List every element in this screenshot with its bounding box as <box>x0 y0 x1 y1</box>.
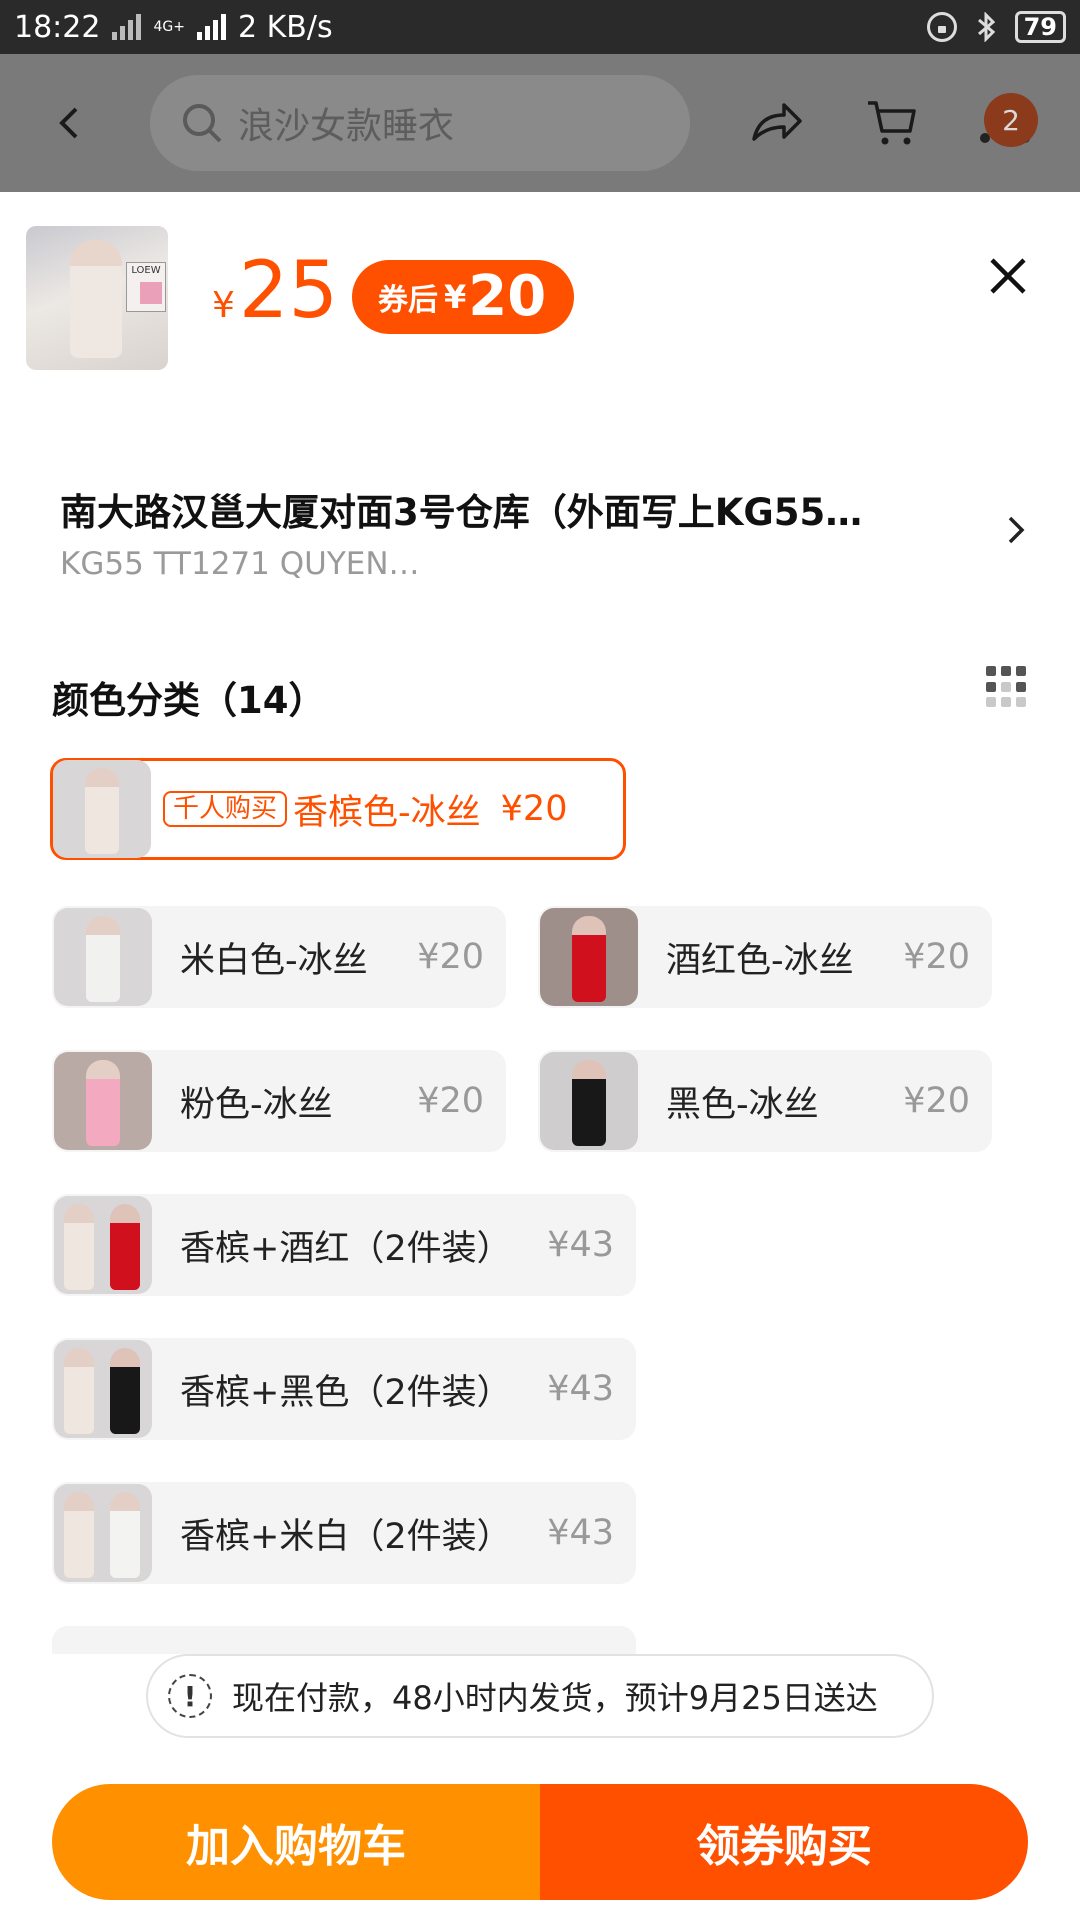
option-item[interactable]: 黑色-冰丝 ¥20 <box>538 1050 992 1152</box>
back-icon[interactable] <box>40 93 100 153</box>
option-name: 香槟色-冰丝 <box>293 792 481 833</box>
search-placeholder: 浪沙女款睡衣 <box>238 106 455 147</box>
option-thumbnail <box>54 908 152 1006</box>
address-line-1: 南大路汉邕大厦对面3号仓库（外面写上KG55… <box>60 491 863 534</box>
option-name: 米白色-冰丝 <box>180 940 368 981</box>
price-display: ¥ 25 <box>212 252 338 330</box>
grid-view-icon[interactable] <box>986 666 1028 708</box>
add-to-cart-button[interactable]: 加入购物车 <box>52 1784 540 1900</box>
option-name: 酒红色-冰丝 <box>666 940 854 981</box>
status-time: 18:22 <box>14 9 101 45</box>
coupon-label: 券后 <box>378 283 438 318</box>
address-line-2: KG55 TT1271 QUYEN… <box>60 546 420 582</box>
top-nav: 浪沙女款睡衣 2 <box>0 54 1080 192</box>
option-thumbnail <box>540 1052 638 1150</box>
option-item-selected[interactable]: 千人购买 香槟色-冰丝 ¥20 <box>50 758 626 860</box>
option-name: 粉色-冰丝 <box>180 1084 333 1125</box>
option-item[interactable]: 米白色-冰丝 ¥20 <box>52 906 506 1008</box>
option-price: ¥20 <box>903 1081 970 1121</box>
color-category-title: 颜色分类（14） <box>52 679 326 722</box>
chevron-right-icon[interactable] <box>996 510 1036 550</box>
product-thumbnail[interactable]: LOEW <box>26 226 168 370</box>
option-name: 香槟+酒红（2件装） <box>180 1228 512 1269</box>
search-icon <box>183 104 222 143</box>
more-menu[interactable]: 2 <box>980 93 1040 153</box>
coupon-currency: ¥ <box>444 278 467 316</box>
option-item[interactable]: 粉色-冰丝 ¥20 <box>52 1050 506 1152</box>
hot-tag: 千人购买 <box>163 791 288 827</box>
option-price: ¥43 <box>547 1513 614 1553</box>
option-price: ¥20 <box>417 937 484 977</box>
cart-icon[interactable] <box>864 95 920 151</box>
share-icon[interactable] <box>748 95 804 151</box>
option-name: 黑色-冰丝 <box>666 1084 819 1125</box>
bluetooth-icon <box>977 12 995 42</box>
action-bar: 加入购物车 领券购买 <box>52 1784 1028 1900</box>
status-bar: 18:22 4G+ 2 KB/s 79 <box>0 0 1080 54</box>
search-box[interactable]: 浪沙女款睡衣 <box>150 75 690 171</box>
battery-indicator: 79 <box>1014 11 1066 43</box>
notification-badge: 2 <box>984 93 1038 147</box>
network-type: 4G+ <box>153 19 185 35</box>
delivery-notice: ! 现在付款，48小时内发货，预计9月25日送达 <box>146 1654 934 1738</box>
option-price: ¥20 <box>417 1081 484 1121</box>
option-item[interactable]: 酒红色-冰丝 ¥20 <box>538 906 992 1008</box>
signal-icon-2 <box>196 14 226 40</box>
buy-with-coupon-button[interactable]: 领券购买 <box>540 1784 1028 1900</box>
coupon-price: 20 <box>468 264 547 329</box>
close-button[interactable] <box>980 248 1036 304</box>
sku-sheet: LOEW ¥ 25 券后 ¥ 20 南大路汉邕大厦对面3号仓库（外面写上KG55… <box>0 192 1080 1920</box>
info-icon: ! <box>168 1674 212 1718</box>
option-thumbnail <box>54 1052 152 1150</box>
option-item-partial[interactable] <box>52 1626 636 1654</box>
option-item[interactable]: 香槟+黑色（2件装） ¥43 <box>52 1338 636 1440</box>
signal-icon <box>112 14 142 40</box>
coupon-price-badge: 券后 ¥ 20 <box>352 260 574 334</box>
option-thumbnail <box>53 760 151 858</box>
price-currency: ¥ <box>212 285 235 326</box>
option-price: ¥43 <box>547 1225 614 1265</box>
option-thumbnail <box>540 908 638 1006</box>
option-thumbnail <box>54 1484 152 1582</box>
delivery-notice-text: 现在付款，48小时内发货，预计9月25日送达 <box>232 1679 878 1717</box>
option-thumbnail <box>54 1196 152 1294</box>
option-item[interactable]: 香槟+米白（2件装） ¥43 <box>52 1482 636 1584</box>
option-name: 香槟+米白（2件装） <box>180 1516 512 1557</box>
close-icon <box>990 258 1026 294</box>
price-value: 25 <box>238 246 339 336</box>
option-item[interactable]: 香槟+酒红（2件装） ¥43 <box>52 1194 636 1296</box>
option-price: ¥20 <box>903 937 970 977</box>
address-selector[interactable]: 南大路汉邕大厦对面3号仓库（外面写上KG55… KG55 TT1271 QUYE… <box>60 482 1000 582</box>
option-price: ¥20 <box>500 789 568 829</box>
network-speed: 2 KB/s <box>237 9 333 45</box>
option-thumbnail <box>54 1340 152 1438</box>
option-name: 香槟+黑色（2件装） <box>180 1372 512 1413</box>
rotation-lock-icon <box>926 12 957 42</box>
option-price: ¥43 <box>547 1369 614 1409</box>
